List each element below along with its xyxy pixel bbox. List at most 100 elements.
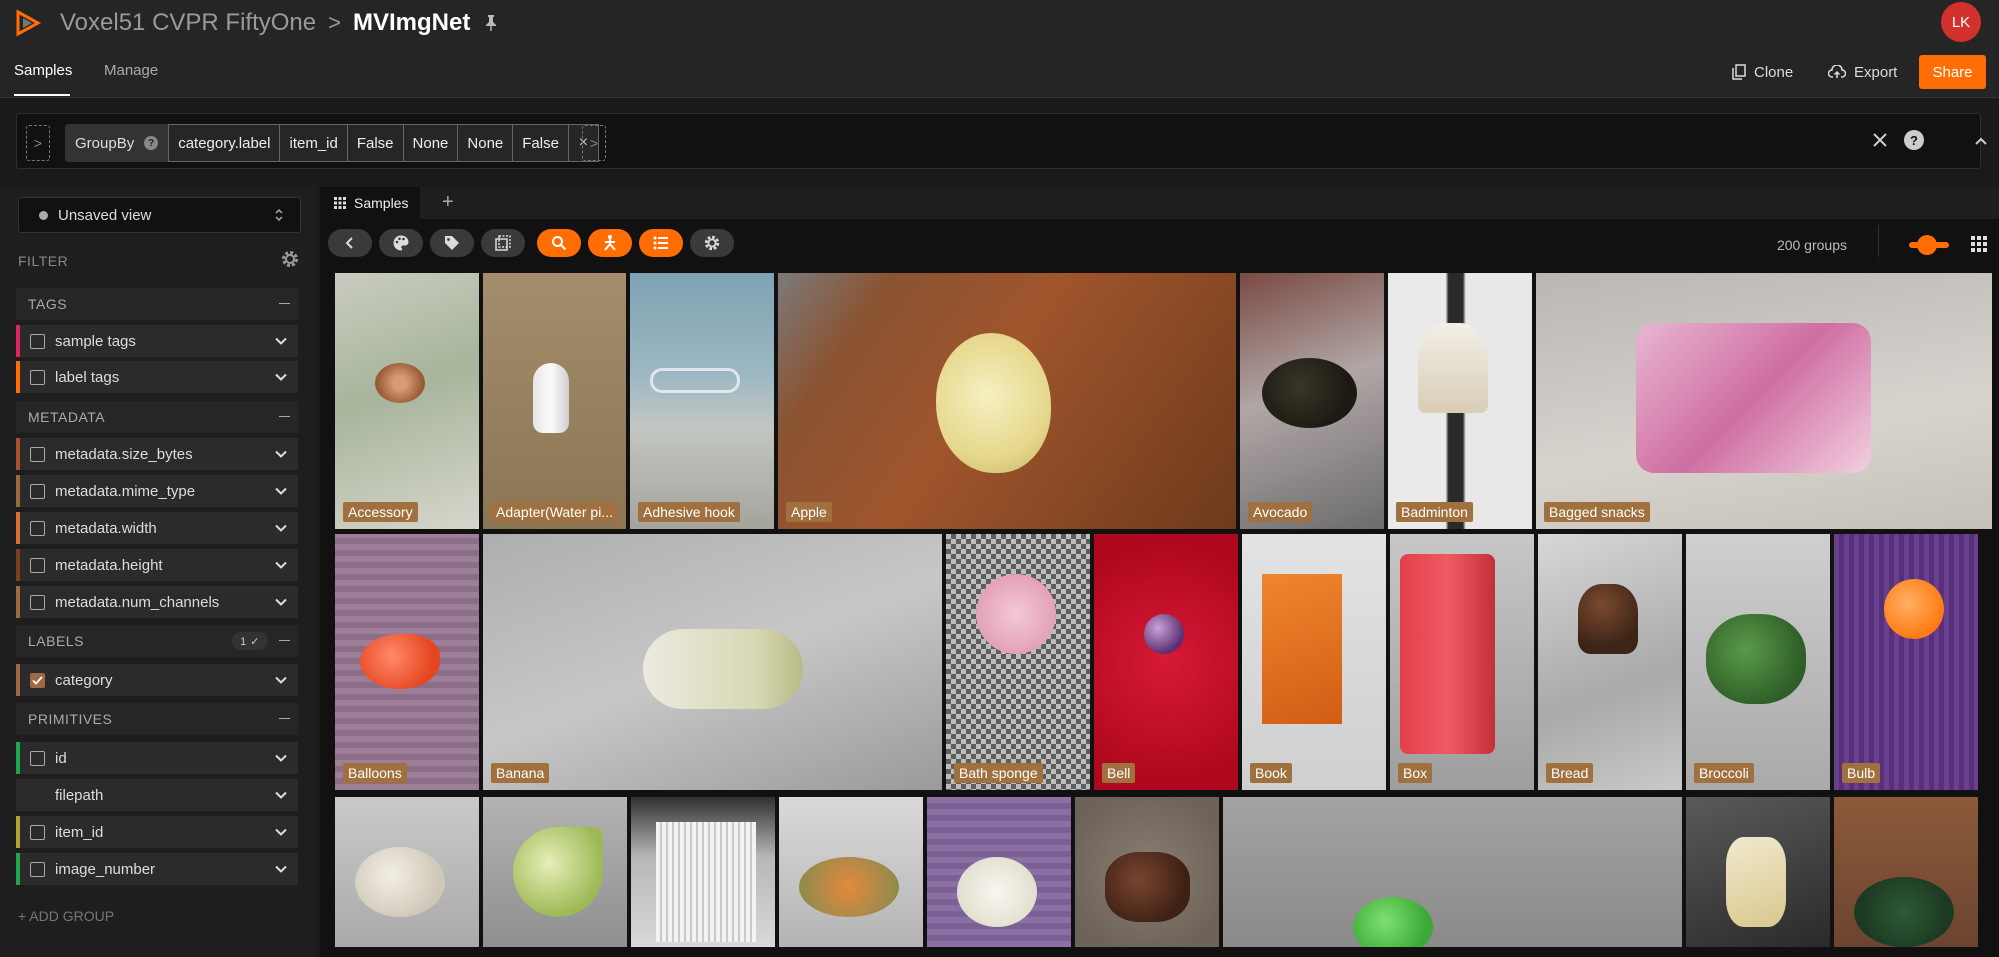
field-row-sample-tags[interactable]: sample tags xyxy=(16,325,298,357)
collapse-minus-icon[interactable] xyxy=(279,303,290,304)
breadcrumb-org[interactable]: Voxel51 CVPR FiftyOne xyxy=(60,9,316,37)
sample-tile[interactable] xyxy=(1075,797,1219,947)
sample-tile[interactable]: Book xyxy=(1242,534,1386,790)
field-checkbox[interactable] xyxy=(30,446,45,462)
field-row-metadata-mime-type[interactable]: metadata.mime_type xyxy=(16,475,298,507)
gear-icon[interactable] xyxy=(280,249,300,269)
export-button[interactable]: Export xyxy=(1828,58,1897,86)
dataset-title[interactable]: MVImgNet xyxy=(353,9,470,37)
sample-tile[interactable]: Bulb xyxy=(1834,534,1978,790)
stage-param[interactable]: category.label xyxy=(168,124,280,162)
insert-stage-left-button[interactable]: > xyxy=(26,125,50,161)
chevron-down-icon[interactable] xyxy=(274,751,288,765)
field-row-metadata-num-channels[interactable]: metadata.num_channels xyxy=(16,586,298,618)
field-row-image-number[interactable]: image_number xyxy=(16,853,298,885)
chevron-up-icon[interactable] xyxy=(1973,133,1989,149)
chevron-down-icon[interactable] xyxy=(274,825,288,839)
user-avatar[interactable]: LK xyxy=(1941,2,1981,42)
field-row-metadata-height[interactable]: metadata.height xyxy=(16,549,298,581)
chevron-down-icon[interactable] xyxy=(274,447,288,461)
sample-tile[interactable] xyxy=(1834,797,1978,947)
tab-manage[interactable]: Manage xyxy=(104,62,158,79)
field-checkbox-checked[interactable] xyxy=(30,672,45,688)
chevron-down-icon[interactable] xyxy=(274,521,288,535)
chevron-down-icon[interactable] xyxy=(274,673,288,687)
collapse-minus-icon[interactable] xyxy=(279,640,290,641)
sample-tile[interactable]: Badminton xyxy=(1388,273,1532,529)
tab-samples[interactable]: Samples xyxy=(14,62,72,79)
stage-param[interactable]: item_id xyxy=(279,124,347,162)
sample-tile[interactable]: Box xyxy=(1390,534,1534,790)
sample-tile[interactable]: Bath sponge xyxy=(946,534,1090,790)
clear-view-icon[interactable] xyxy=(1870,130,1890,150)
sample-tile[interactable]: Bagged snacks xyxy=(1536,273,1992,529)
field-row-metadata-width[interactable]: metadata.width xyxy=(16,512,298,544)
view-bar-help-icon[interactable]: ? xyxy=(1904,130,1924,150)
sample-tile[interactable] xyxy=(631,797,775,947)
field-checkbox[interactable] xyxy=(30,750,45,766)
groupby-stage[interactable]: GroupBy ? category.label item_id False N… xyxy=(65,124,599,162)
sample-tile[interactable] xyxy=(927,797,1071,947)
field-checkbox[interactable] xyxy=(30,520,45,536)
field-row-label-tags[interactable]: label tags xyxy=(16,361,298,393)
chevron-down-icon[interactable] xyxy=(274,370,288,384)
field-row-filepath[interactable]: filepath xyxy=(16,779,298,811)
field-checkbox[interactable] xyxy=(30,369,45,385)
sample-tile[interactable]: Bread xyxy=(1538,534,1682,790)
chevron-down-icon[interactable] xyxy=(274,558,288,572)
chevron-down-icon[interactable] xyxy=(274,334,288,348)
pin-icon[interactable] xyxy=(484,14,498,32)
sample-label: Adapter(Water pi... xyxy=(491,502,618,522)
sample-tile[interactable]: Adhesive hook xyxy=(630,273,774,529)
add-group-button[interactable]: + ADD GROUP xyxy=(18,908,114,924)
sample-tile[interactable] xyxy=(335,797,479,947)
field-checkbox[interactable] xyxy=(30,333,45,349)
stage-param[interactable]: None xyxy=(402,124,458,162)
group-header-tags[interactable]: TAGS xyxy=(16,288,298,320)
field-checkbox[interactable] xyxy=(30,557,45,573)
field-row-item-id[interactable]: item_id xyxy=(16,816,298,848)
group-header-primitives[interactable]: PRIMITIVES xyxy=(16,703,298,735)
saved-view-select[interactable]: Unsaved view xyxy=(18,197,301,233)
field-row-category[interactable]: category xyxy=(16,664,298,696)
insert-stage-right-button[interactable]: > xyxy=(582,125,606,161)
fiftyone-logo-icon[interactable] xyxy=(14,9,42,37)
sample-tile[interactable]: Broccoli xyxy=(1686,534,1830,790)
sample-tile[interactable] xyxy=(1686,797,1830,947)
field-color-stripe xyxy=(16,361,20,393)
stage-param[interactable]: False xyxy=(512,124,569,162)
sample-tile[interactable]: Adapter(Water pi... xyxy=(483,273,626,529)
sample-label: Bath sponge xyxy=(954,763,1043,783)
field-row-metadata-size-bytes[interactable]: metadata.size_bytes xyxy=(16,438,298,470)
field-checkbox[interactable] xyxy=(30,594,45,610)
field-checkbox[interactable] xyxy=(30,824,45,840)
field-checkbox[interactable] xyxy=(30,483,45,499)
collapse-minus-icon[interactable] xyxy=(279,718,290,719)
sample-tile[interactable]: Bell xyxy=(1094,534,1238,790)
stage-name[interactable]: GroupBy ? xyxy=(65,124,168,162)
sample-tile[interactable] xyxy=(779,797,923,947)
stage-param[interactable]: None xyxy=(457,124,513,162)
group-header-labels[interactable]: LABELS 1 ✓ xyxy=(16,625,298,657)
sample-tile[interactable]: Balloons xyxy=(335,534,479,790)
sample-tile[interactable] xyxy=(483,797,627,947)
sample-tile[interactable]: Apple xyxy=(778,273,1236,529)
chevron-down-icon[interactable] xyxy=(274,484,288,498)
sample-tile[interactable]: Avocado xyxy=(1240,273,1384,529)
sample-thumbnail-object xyxy=(936,333,1051,473)
share-button[interactable]: Share xyxy=(1919,55,1986,89)
stage-help-icon[interactable]: ? xyxy=(144,136,159,150)
sample-tile[interactable]: Banana xyxy=(483,534,942,790)
stage-param[interactable]: False xyxy=(346,124,403,162)
chevron-down-icon[interactable] xyxy=(274,788,288,802)
field-checkbox[interactable] xyxy=(30,861,45,877)
chevron-down-icon[interactable] xyxy=(274,862,288,876)
group-header-metadata[interactable]: METADATA xyxy=(16,401,298,433)
field-row-id[interactable]: id xyxy=(16,742,298,774)
clone-button[interactable]: Clone xyxy=(1732,58,1793,86)
chevron-down-icon[interactable] xyxy=(274,595,288,609)
sample-thumbnail-object xyxy=(1144,614,1184,654)
collapse-minus-icon[interactable] xyxy=(279,416,290,417)
sample-tile[interactable] xyxy=(1223,797,1682,947)
sample-tile[interactable]: Accessory xyxy=(335,273,479,529)
